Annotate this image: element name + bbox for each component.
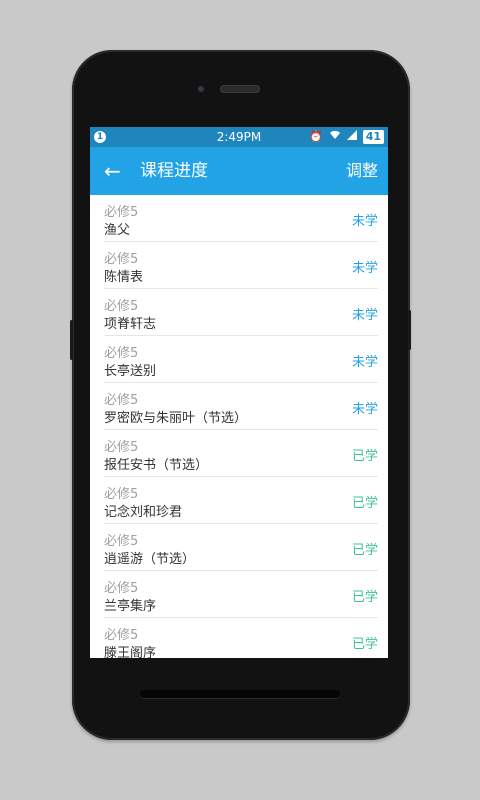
lesson-category: 必修5 — [104, 581, 139, 596]
lesson-status: 已学 — [351, 496, 378, 511]
lesson-name: 记念刘和珍君 — [104, 505, 183, 520]
lesson-category: 必修5 — [104, 299, 139, 314]
lesson-category: 必修5 — [104, 628, 139, 643]
lesson-name: 兰亭集序 — [104, 599, 157, 614]
lesson-row[interactable]: 必修5 项脊轩志 未学 — [104, 289, 378, 336]
lesson-status: 未学 — [351, 214, 378, 229]
lesson-category: 必修5 — [104, 487, 139, 502]
lesson-row[interactable]: 必修5 兰亭集序 已学 — [104, 571, 378, 618]
lesson-name: 逍遥游（节选） — [104, 552, 196, 567]
lesson-name: 长亭送别 — [104, 364, 157, 379]
app-screen: 1 2:49PM ⏰ 41 ← 课程进度 调整 必修5 渔父 未学 必修5 陈情表 未学必… — [90, 127, 388, 658]
lesson-category: 必修5 — [104, 440, 139, 455]
status-bar: 1 2:49PM ⏰ 41 — [90, 127, 388, 147]
alarm-icon: ⏰ — [308, 130, 323, 143]
lesson-status: 已学 — [351, 543, 378, 558]
lesson-status: 未学 — [351, 308, 378, 323]
battery-icon: 41 — [362, 130, 384, 144]
app-toolbar: ← 课程进度 调整 — [90, 147, 388, 195]
lesson-row[interactable]: 必修5 陈情表 未学 — [104, 242, 378, 289]
earpiece-speaker — [220, 85, 260, 93]
lesson-category: 必修5 — [104, 252, 139, 267]
lesson-row[interactable]: 必修5 渔父 未学 — [104, 195, 378, 242]
lesson-name: 报任安书（节选） — [104, 458, 209, 473]
lesson-status: 未学 — [351, 261, 378, 276]
volume-button — [70, 320, 73, 360]
lesson-name: 渔父 — [104, 223, 131, 238]
lesson-category: 必修5 — [104, 205, 139, 220]
lesson-row[interactable]: 必修5 记念刘和珍君 已学 — [104, 477, 378, 524]
lesson-row[interactable]: 必修5 报任安书（节选） 已学 — [104, 430, 378, 477]
signal-icon — [346, 130, 357, 144]
wifi-icon — [329, 130, 341, 144]
lesson-name: 滕王阁序 — [104, 646, 157, 658]
lesson-row[interactable]: 必修5 滕王阁序 已学 — [104, 618, 378, 658]
navigation-bar[interactable] — [140, 690, 340, 698]
lesson-category: 必修5 — [104, 346, 139, 361]
lesson-status: 已学 — [351, 637, 378, 652]
lesson-name: 项脊轩志 — [104, 317, 157, 332]
lesson-name: 罗密欧与朱丽叶（节选） — [104, 411, 248, 426]
adjust-button[interactable]: 调整 — [346, 160, 378, 182]
lesson-row[interactable]: 必修5 罗密欧与朱丽叶（节选） 未学 — [104, 383, 378, 430]
lesson-status: 已学 — [351, 449, 378, 464]
lesson-list: 必修5 渔父 未学 必修5 陈情表 未学 必修5 项脊轩志 未学 必修5 长亭送别 未学 必修5 罗密欧与… — [90, 195, 388, 658]
back-arrow-icon[interactable]: ← — [104, 159, 121, 183]
lesson-status: 已学 — [351, 590, 378, 605]
lesson-category: 必修5 — [104, 534, 139, 549]
lesson-status: 未学 — [351, 402, 378, 417]
lesson-status: 未学 — [351, 355, 378, 370]
page-title: 课程进度 — [140, 161, 208, 181]
lesson-row[interactable]: 必修5 长亭送别 未学 — [104, 336, 378, 383]
lesson-category: 必修5 — [104, 393, 139, 408]
lesson-name: 陈情表 — [104, 270, 144, 285]
power-button — [408, 310, 411, 350]
lesson-row[interactable]: 必修5 逍遥游（节选） 已学 — [104, 524, 378, 571]
front-camera — [198, 86, 204, 92]
